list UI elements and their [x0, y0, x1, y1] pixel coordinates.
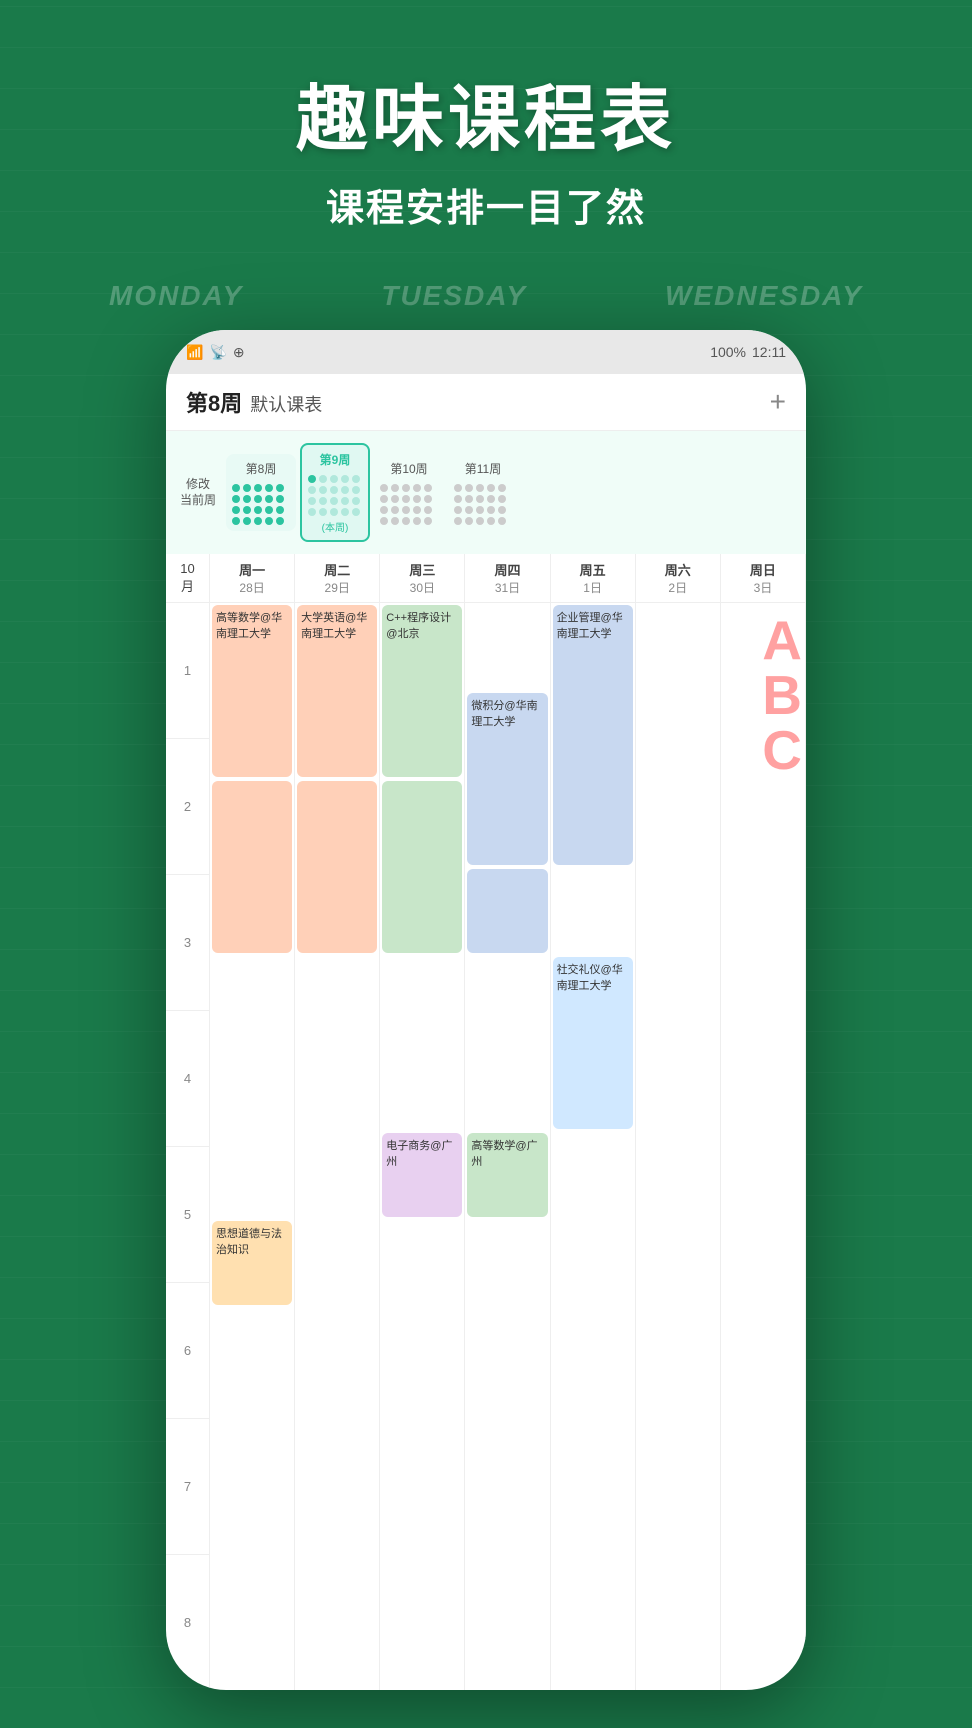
course-block[interactable]: 企业管理@华南理工大学	[553, 605, 633, 865]
period-4: 4	[166, 1011, 210, 1147]
day-col-wed: C++程序设计@北京电子商务@广州	[380, 603, 465, 1690]
day-col-thu: 微积分@华南理工大学高等数学@广州	[465, 603, 550, 1690]
day-header-wed: 周三 30日	[380, 554, 465, 602]
bg-monday-label: MONDAY	[109, 280, 243, 312]
signal-icon: 📶	[186, 344, 203, 361]
main-subtitle: 课程安排一目了然	[0, 177, 972, 232]
day-col-tue: 大学英语@华南理工大学	[295, 603, 380, 1690]
course-block[interactable]: 思想道德与法治知识	[212, 1221, 292, 1305]
day-header-thu: 周四 31日	[465, 554, 550, 602]
course-block[interactable]: 高等数学@华南理工大学	[212, 605, 292, 777]
course-block[interactable]: 社交礼仪@华南理工大学	[553, 957, 633, 1129]
course-block[interactable]	[297, 781, 377, 953]
week-selector: 修改 当前周 第8周 第9周 (本周) 第10周	[166, 431, 806, 554]
course-block[interactable]: 大学英语@华南理工大学	[297, 605, 377, 777]
bg-wednesday-label: WEDNESDAY	[665, 280, 863, 312]
course-block[interactable]: 电子商务@广州	[382, 1133, 462, 1217]
add-button[interactable]: +	[770, 386, 786, 418]
course-block[interactable]	[467, 869, 547, 953]
day-col-sun	[721, 603, 806, 1690]
schedule-header: 第8周 默认课表 +	[166, 374, 806, 431]
day-header-row: 10 月 周一 28日 周二 29日 周三 30日 周四 31日 周五 1日 周…	[166, 554, 806, 603]
day-col-mon: 高等数学@华南理工大学思想道德与法治知识	[210, 603, 295, 1690]
course-block[interactable]	[382, 781, 462, 953]
day-header-mon: 周一 28日	[210, 554, 295, 602]
period-8: 8	[166, 1555, 210, 1690]
day-header-fri: 周五 1日	[551, 554, 636, 602]
period-1: 1	[166, 603, 210, 739]
extra-icon: ⊕	[233, 344, 245, 361]
period-5: 5	[166, 1147, 210, 1283]
day-col-fri: 企业管理@华南理工大学社交礼仪@华南理工大学	[551, 603, 636, 1690]
period-7: 7	[166, 1419, 210, 1555]
period-2: 2	[166, 739, 210, 875]
period-numbers: 1 2 3 4 5 6 7 8	[166, 603, 210, 1690]
battery-text: 100%	[710, 344, 746, 360]
week-selector-label: 修改 当前周	[174, 477, 222, 508]
course-block[interactable]	[212, 781, 292, 953]
wifi-icon: 📡	[209, 344, 226, 361]
bg-tuesday-label: TUESDAY	[381, 280, 527, 312]
phone-mockup: 📶 📡 ⊕ 100% 12:11 第8周 默认课表 + 修改 当前周 第8周	[166, 330, 806, 1690]
background-day-labels: MONDAY TUESDAY WEDNESDAY	[0, 280, 972, 312]
status-bar: 📶 📡 ⊕ 100% 12:11	[166, 330, 806, 374]
course-block[interactable]: 微积分@华南理工大学	[467, 693, 547, 865]
course-block[interactable]: 高等数学@广州	[467, 1133, 547, 1217]
status-left: 📶 📡 ⊕	[186, 344, 245, 361]
week-11-selector[interactable]: 第11周	[448, 454, 518, 531]
month-cell: 10 月	[166, 554, 210, 602]
day-header-sat: 周六 2日	[636, 554, 721, 602]
week-10-selector[interactable]: 第10周	[374, 454, 444, 531]
main-title: 趣味课程表	[0, 60, 972, 165]
course-block[interactable]: C++程序设计@北京	[382, 605, 462, 777]
app-header-section: 趣味课程表 课程安排一目了然	[0, 60, 972, 232]
period-3: 3	[166, 875, 210, 1011]
time-text: 12:11	[752, 344, 786, 360]
header-left: 第8周 默认课表	[186, 386, 322, 418]
course-grid: 1 2 3 4 5 6 7 8 高等数学@华南理工大学思想道德与法治知识 大学英…	[166, 603, 806, 1690]
week-8-selector[interactable]: 第8周	[226, 454, 296, 531]
week-9-selector[interactable]: 第9周 (本周)	[300, 443, 370, 542]
schedule-name: 默认课表	[250, 391, 322, 417]
status-right: 100% 12:11	[710, 344, 786, 360]
day-col-sat	[636, 603, 721, 1690]
day-header-tue: 周二 29日	[295, 554, 380, 602]
course-grid-wrapper: ABC CH 1 2 3 4 5 6 7 8 高等数学@华南理工大学思想道德与法…	[166, 603, 806, 1690]
current-week-label: 第8周	[186, 386, 242, 418]
day-header-sun: 周日 3日	[721, 554, 806, 602]
period-6: 6	[166, 1283, 210, 1419]
